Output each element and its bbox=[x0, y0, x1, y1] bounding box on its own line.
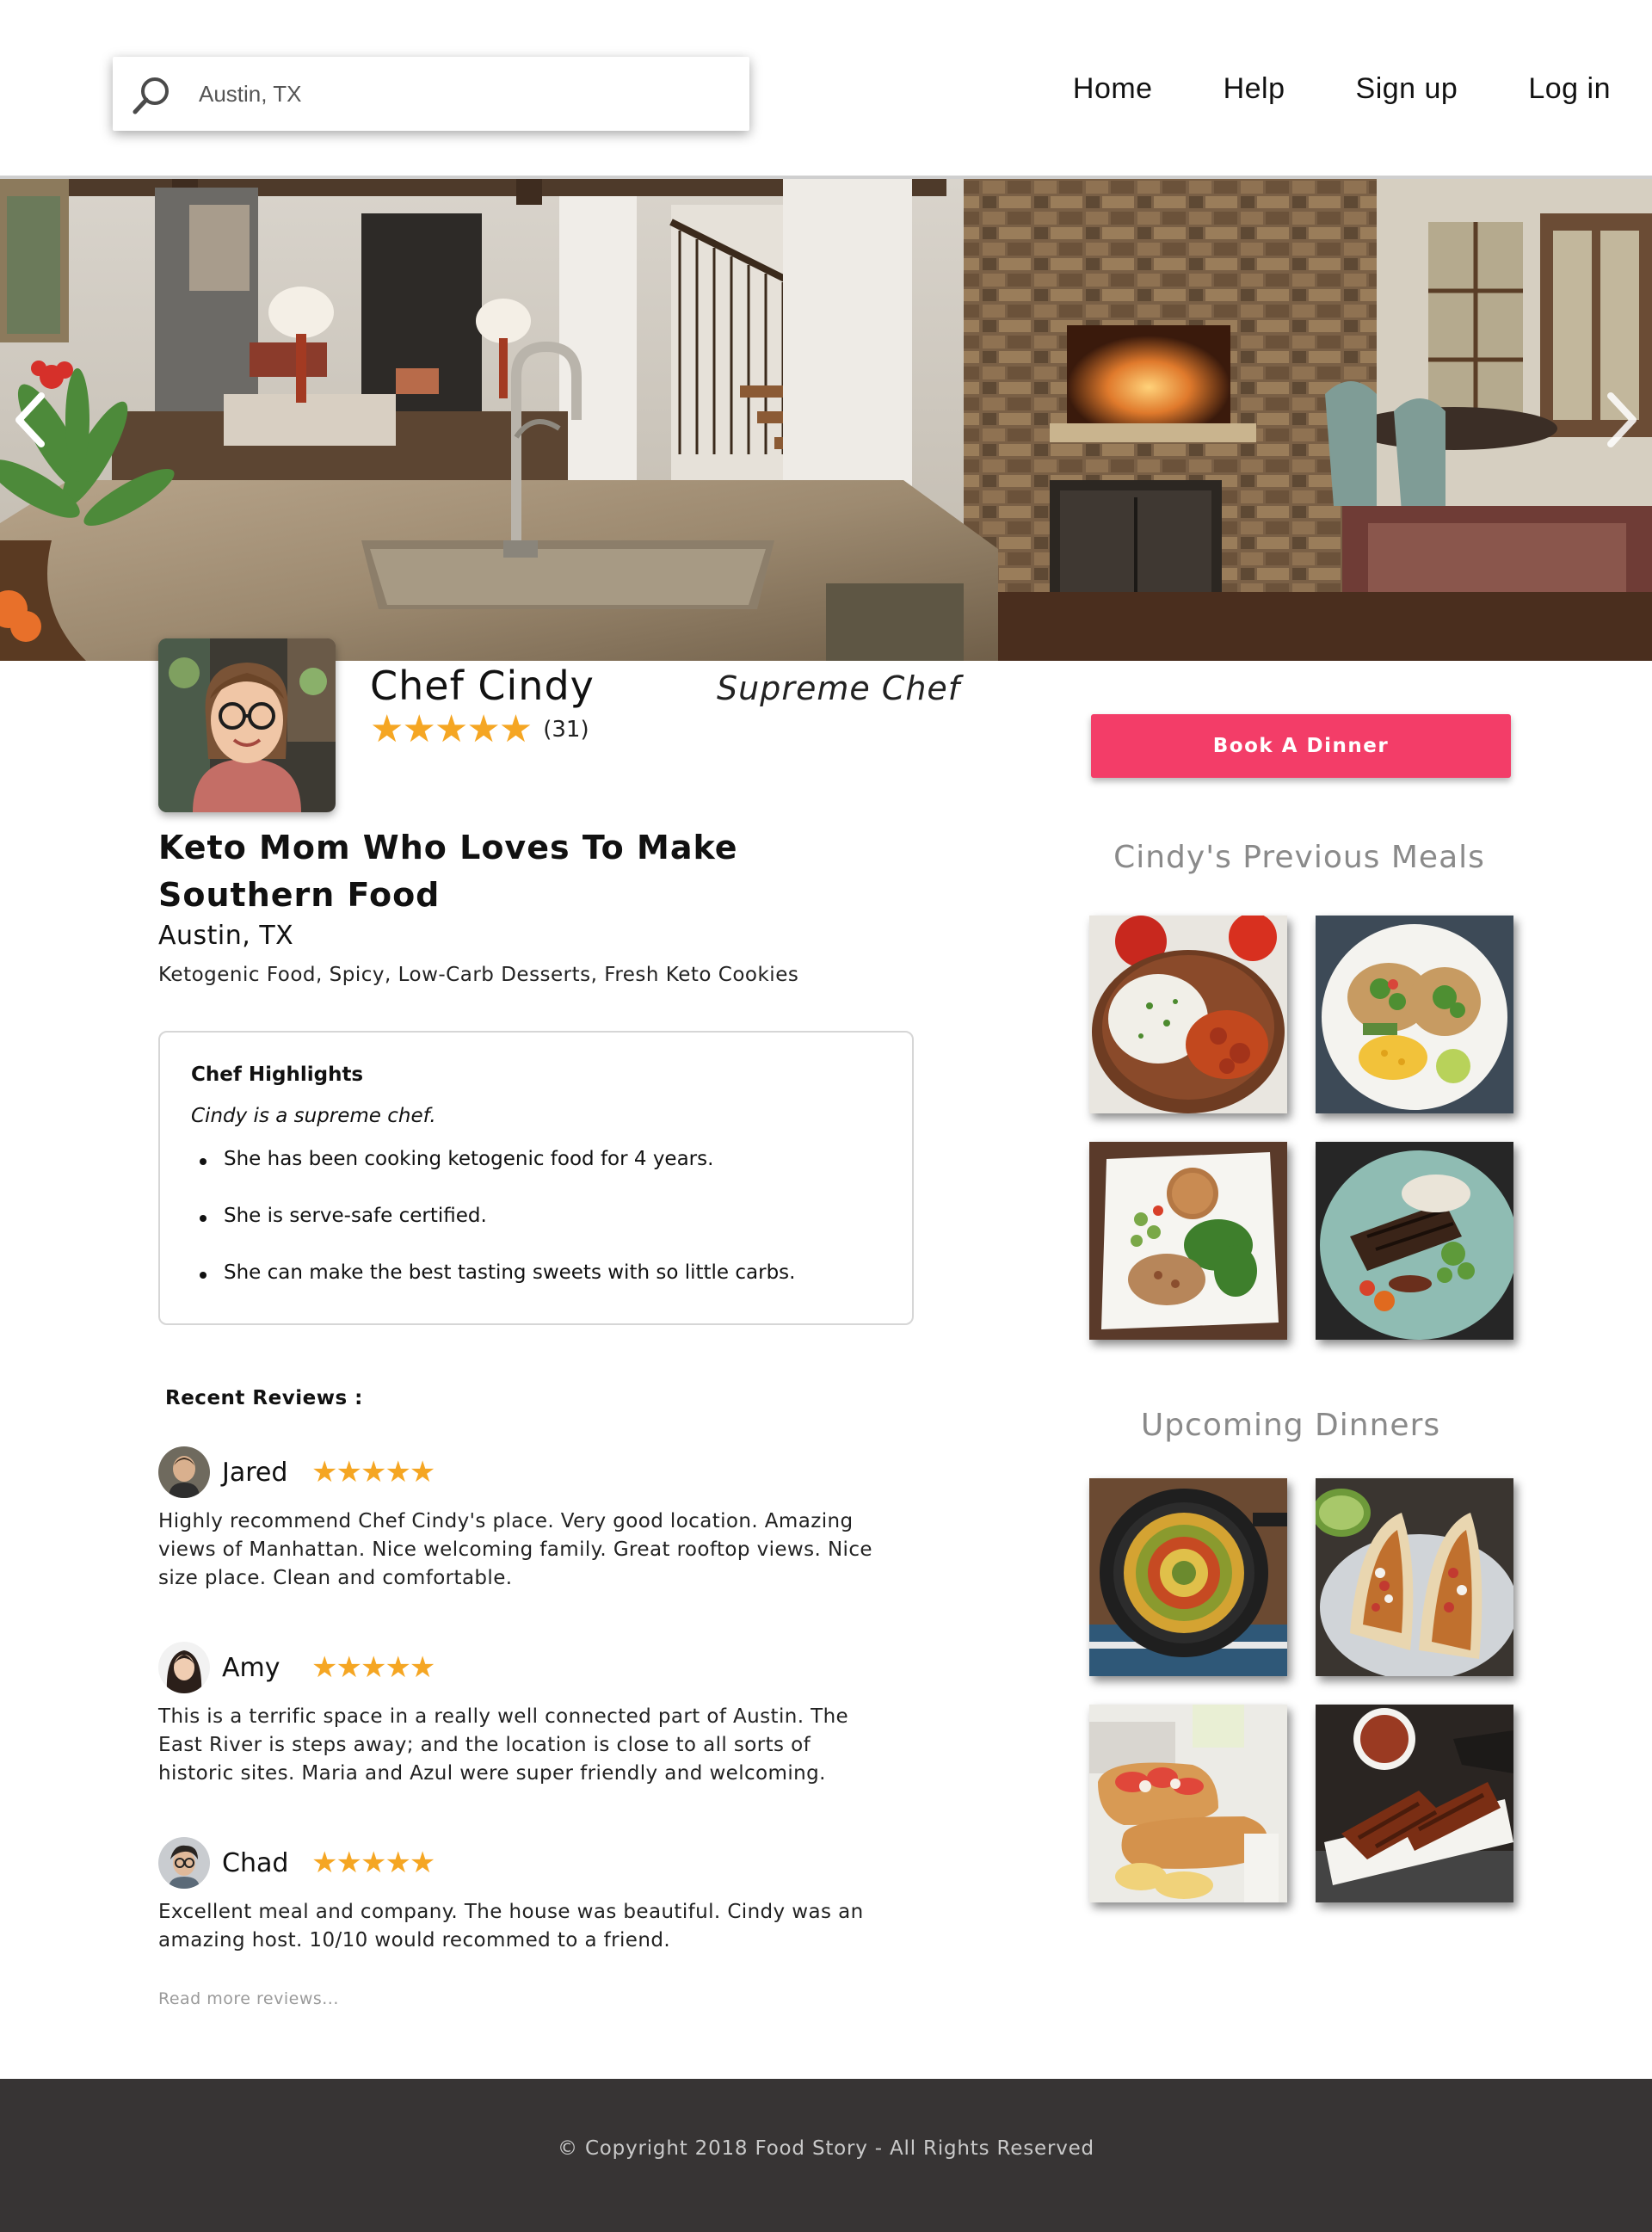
carousel-next-icon[interactable] bbox=[1593, 385, 1645, 454]
search-icon bbox=[133, 77, 169, 114]
search-bar[interactable] bbox=[113, 57, 749, 131]
reviewer-avatar bbox=[158, 1837, 210, 1889]
top-nav: Home Help Sign up Log in bbox=[1073, 72, 1611, 106]
highlight-item: She is serve-safe certified. bbox=[191, 1205, 795, 1261]
chef-location: Austin, TX bbox=[158, 921, 294, 951]
nav-signup-link[interactable]: Sign up bbox=[1356, 72, 1458, 106]
nav-home-link[interactable]: Home bbox=[1073, 72, 1153, 106]
header: Home Help Sign up Log in bbox=[0, 0, 1652, 176]
upcoming-dinner-photo[interactable] bbox=[1316, 1478, 1513, 1676]
chef-tagline: Keto Mom Who Loves To Make Southern Food bbox=[158, 829, 738, 914]
rating-stars: ★★★★★ bbox=[370, 708, 533, 750]
nav-login-link[interactable]: Log in bbox=[1528, 72, 1611, 106]
previous-meal-photo[interactable] bbox=[1089, 916, 1287, 1113]
review-item: Chad ★★★★★ Excellent meal and company. T… bbox=[158, 1836, 898, 1955]
reviewer-name: Amy bbox=[222, 1652, 280, 1683]
upcoming-dinner-photo[interactable] bbox=[1089, 1705, 1287, 1902]
upcoming-dinner-photo[interactable] bbox=[1316, 1705, 1513, 1902]
highlights-heading: Chef Highlights bbox=[191, 1064, 364, 1086]
review-stars: ★★★★★ bbox=[311, 1651, 435, 1684]
chef-name: Chef Cindy bbox=[370, 663, 595, 709]
previous-meal-photo[interactable] bbox=[1316, 1142, 1513, 1340]
highlights-list: She has been cooking ketogenic food for … bbox=[191, 1148, 795, 1318]
chef-rating: ★★★★★ (31) bbox=[370, 711, 589, 749]
previous-meal-photo[interactable] bbox=[1316, 916, 1513, 1113]
review-stars: ★★★★★ bbox=[311, 1847, 435, 1879]
highlights-intro: Cindy is a supreme chef. bbox=[191, 1105, 436, 1127]
read-more-reviews-link[interactable]: Read more reviews... bbox=[158, 1989, 339, 2008]
footer: © Copyright 2018 Food Story - All Rights… bbox=[0, 2079, 1652, 2232]
book-dinner-button[interactable]: Book A Dinner bbox=[1091, 714, 1511, 778]
reviews-heading: Recent Reviews : bbox=[165, 1387, 363, 1409]
review-stars: ★★★★★ bbox=[311, 1456, 435, 1489]
chef-highlights-card: Chef Highlights Cindy is a supreme chef.… bbox=[158, 1031, 914, 1325]
reviewer-avatar bbox=[158, 1642, 210, 1693]
chef-title: Supreme Chef bbox=[717, 669, 961, 707]
carousel-prev-icon[interactable] bbox=[7, 385, 59, 454]
nav-help-link[interactable]: Help bbox=[1224, 72, 1285, 106]
search-input[interactable] bbox=[199, 72, 715, 115]
reviewer-name: Chad bbox=[222, 1847, 289, 1878]
review-text: Highly recommend Chef Cindy's place. Ver… bbox=[158, 1510, 872, 1589]
review-item: Amy ★★★★★ This is a terrific space in a … bbox=[158, 1641, 898, 1788]
chef-avatar bbox=[158, 638, 336, 812]
highlight-item: She has been cooking ketogenic food for … bbox=[191, 1148, 795, 1205]
highlight-item: She can make the best tasting sweets wit… bbox=[191, 1261, 795, 1318]
reviewer-name: Jared bbox=[222, 1457, 288, 1488]
previous-meals-heading: Cindy's Previous Meals bbox=[1113, 840, 1485, 875]
rating-count: (31) bbox=[543, 717, 589, 743]
reviewer-avatar bbox=[158, 1446, 210, 1498]
previous-meal-photo[interactable] bbox=[1089, 1142, 1287, 1340]
review-text: This is a terrific space in a really wel… bbox=[158, 1705, 849, 1785]
chef-cuisines: Ketogenic Food, Spicy, Low-Carb Desserts… bbox=[158, 964, 799, 986]
upcoming-dinner-photo[interactable] bbox=[1089, 1478, 1287, 1676]
review-text: Excellent meal and company. The house wa… bbox=[158, 1901, 864, 1951]
upcoming-dinners-heading: Upcoming Dinners bbox=[1140, 1408, 1441, 1443]
hero-kitchen-image bbox=[0, 179, 1652, 661]
review-item: Jared ★★★★★ Highly recommend Chef Cindy'… bbox=[158, 1446, 898, 1593]
copyright-text: © Copyright 2018 Food Story - All Rights… bbox=[558, 2137, 1094, 2160]
hero-carousel bbox=[0, 176, 1652, 661]
